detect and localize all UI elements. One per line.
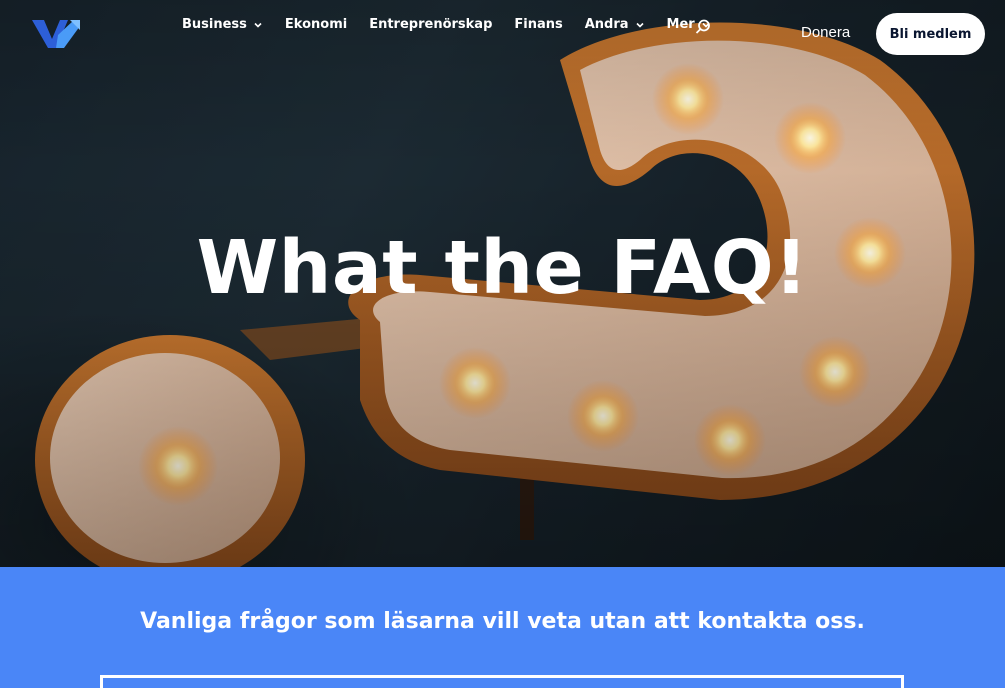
faq-container — [100, 675, 904, 688]
main-menu: Business Ekonomi Entreprenörskap Finans … — [182, 17, 711, 32]
nav-item-label: Mer — [666, 17, 695, 32]
intro-section: Vanliga frågor som läsarna vill veta uta… — [0, 567, 1005, 688]
nav-item-entreprenorskap[interactable]: Entreprenörskap — [369, 17, 492, 32]
nav-item-label: Entreprenörskap — [369, 17, 493, 32]
nav-item-label: Business — [182, 17, 247, 32]
top-navigation: Business Ekonomi Entreprenörskap Finans … — [0, 0, 1005, 60]
nav-item-andra[interactable]: Andra — [585, 17, 645, 32]
nav-item-label: Finans — [514, 17, 563, 32]
nav-item-label: Andra — [584, 17, 629, 32]
chevron-down-icon — [635, 22, 644, 28]
nav-item-business[interactable]: Business — [182, 17, 263, 32]
donate-link[interactable]: Donera — [801, 24, 850, 41]
nav-item-finans[interactable]: Finans — [514, 17, 562, 32]
become-member-button[interactable]: Bli medlem — [876, 13, 985, 55]
nav-item-ekonomi[interactable]: Ekonomi — [285, 17, 347, 32]
brand-logo[interactable] — [30, 17, 82, 51]
intro-text: Vanliga frågor som läsarna vill veta uta… — [140, 609, 865, 634]
hero-section: What the FAQ! — [0, 0, 1005, 567]
chevron-down-icon — [254, 22, 262, 28]
search-icon[interactable] — [694, 18, 712, 36]
page-title: What the FAQ! — [196, 225, 809, 311]
nav-item-label: Ekonomi — [284, 17, 348, 32]
